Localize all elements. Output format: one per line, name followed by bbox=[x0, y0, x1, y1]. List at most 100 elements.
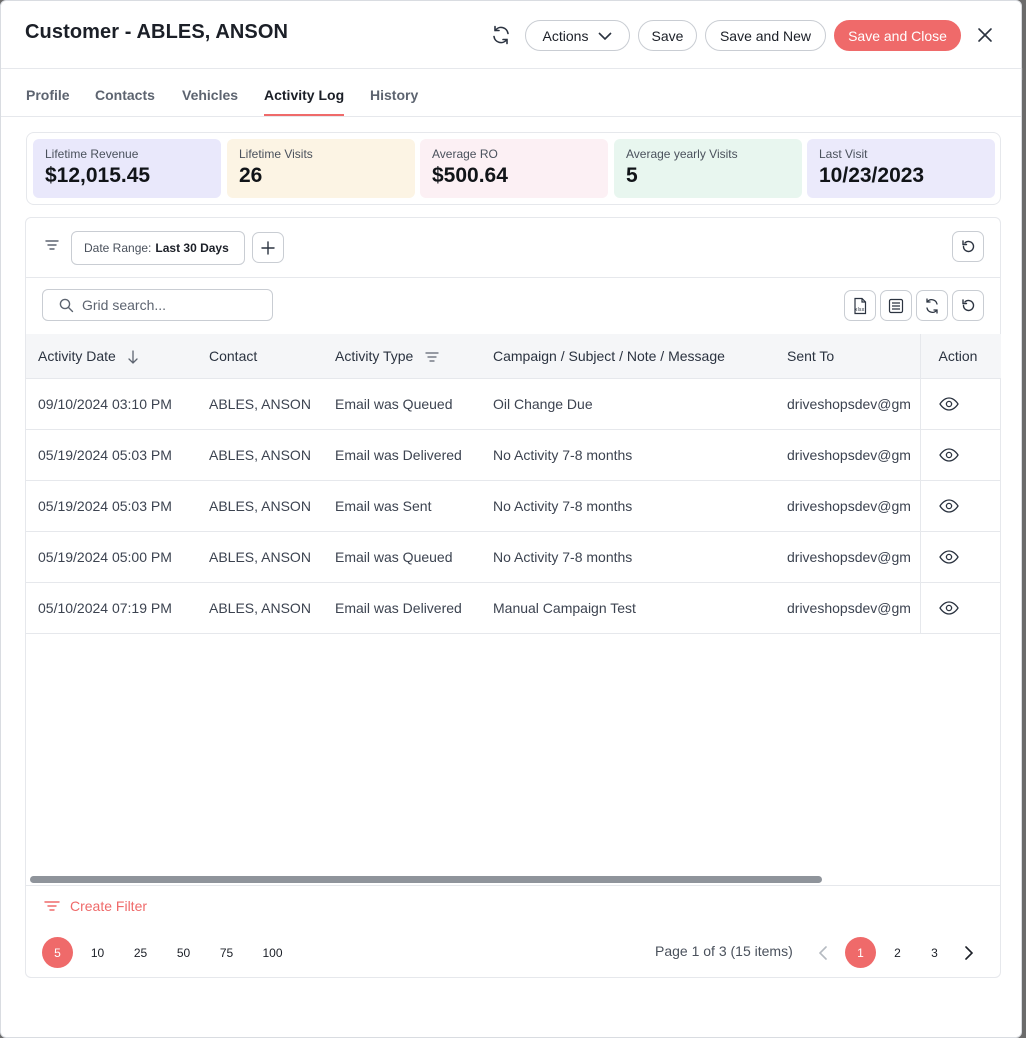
stat-label: Average RO bbox=[432, 147, 498, 161]
save-and-new-button[interactable]: Save and New bbox=[705, 20, 826, 51]
page-size-option[interactable]: 5 bbox=[42, 937, 73, 968]
cell-activity-type: Email was Queued bbox=[323, 531, 481, 583]
actions-dropdown-button[interactable]: Actions bbox=[525, 20, 630, 51]
stat-card-average-yearly-visits: Average yearly Visits 5 bbox=[614, 139, 802, 198]
create-filter-button[interactable]: Create Filter bbox=[44, 898, 147, 914]
undo-icon bbox=[962, 298, 975, 311]
page-button[interactable]: 2 bbox=[882, 937, 913, 968]
column-header-label: Action bbox=[938, 347, 978, 364]
modal-header: Customer - ABLES, ANSON Actions Save Sav… bbox=[1, 1, 1021, 69]
xlsx-file-icon: xlsx bbox=[854, 297, 867, 314]
activity-grid-panel: Date Range: Last 30 Days Grid search... … bbox=[25, 217, 1001, 978]
eye-icon[interactable] bbox=[938, 447, 959, 462]
cell-sent-to: driveshopsdev@gm bbox=[775, 480, 920, 532]
filter-lines-icon[interactable] bbox=[44, 238, 60, 252]
table-row[interactable]: 05/19/2024 05:03 PM ABLES, ANSON Email w… bbox=[26, 480, 1001, 532]
eye-icon[interactable] bbox=[938, 549, 959, 564]
refresh-icon[interactable] bbox=[488, 22, 514, 48]
table-row[interactable]: 05/10/2024 07:19 PM ABLES, ANSON Email w… bbox=[26, 582, 1001, 634]
stat-card-lifetime-visits: Lifetime Visits 26 bbox=[227, 139, 415, 198]
stat-card-lifetime-revenue: Lifetime Revenue $12,015.45 bbox=[33, 139, 221, 198]
page-button[interactable]: 3 bbox=[919, 937, 950, 968]
column-filter-icon[interactable] bbox=[425, 351, 439, 363]
cell-contact: ABLES, ANSON bbox=[197, 378, 323, 430]
save-and-close-button[interactable]: Save and Close bbox=[834, 20, 961, 51]
stat-value: 5 bbox=[626, 164, 638, 187]
table-row[interactable]: 09/10/2024 03:10 PM ABLES, ANSON Email w… bbox=[26, 378, 1001, 430]
filter-lines-icon bbox=[44, 901, 60, 911]
close-icon[interactable] bbox=[975, 25, 995, 45]
save-button[interactable]: Save bbox=[638, 20, 697, 51]
next-page-button[interactable] bbox=[953, 937, 984, 968]
export-xlsx-button[interactable]: xlsx bbox=[844, 290, 876, 321]
page-size-option[interactable]: 25 bbox=[125, 937, 156, 968]
cell-sent-to: driveshopsdev@gm bbox=[775, 429, 920, 481]
table-row[interactable]: 05/19/2024 05:00 PM ABLES, ANSON Email w… bbox=[26, 531, 1001, 583]
stat-value: $500.64 bbox=[432, 164, 508, 187]
grid-search-input[interactable] bbox=[82, 297, 262, 313]
column-header-activity-type[interactable]: Activity Type bbox=[323, 334, 481, 379]
column-chooser-button[interactable] bbox=[880, 290, 912, 321]
sort-descending-icon[interactable] bbox=[128, 350, 138, 364]
plus-icon bbox=[261, 240, 275, 255]
tab-history[interactable]: History bbox=[370, 87, 418, 114]
stat-value: 26 bbox=[239, 164, 263, 187]
eye-icon[interactable] bbox=[938, 498, 959, 513]
chevron-right-icon bbox=[964, 945, 973, 960]
cell-activity-date: 05/19/2024 05:03 PM bbox=[26, 480, 197, 532]
reset-filters-button[interactable] bbox=[952, 231, 984, 262]
tab-contacts[interactable]: Contacts bbox=[95, 87, 155, 114]
chip-label: Date Range: bbox=[84, 241, 152, 255]
column-header-contact[interactable]: Contact bbox=[197, 334, 323, 379]
undo-icon bbox=[962, 239, 975, 252]
tab-activity-log[interactable]: Activity Log bbox=[264, 87, 345, 116]
actions-label: Actions bbox=[542, 27, 589, 44]
page-button[interactable]: 1 bbox=[845, 937, 876, 968]
eye-icon[interactable] bbox=[938, 600, 959, 615]
column-header-campaign[interactable]: Campaign / Subject / Note / Message bbox=[481, 334, 775, 379]
cell-activity-date: 05/19/2024 05:00 PM bbox=[26, 531, 197, 583]
stat-label: Lifetime Visits bbox=[239, 147, 313, 161]
cell-contact: ABLES, ANSON bbox=[197, 480, 323, 532]
cell-campaign: No Activity 7-8 months bbox=[481, 480, 775, 532]
cell-campaign: No Activity 7-8 months bbox=[481, 429, 775, 481]
stat-label: Average yearly Visits bbox=[626, 147, 738, 161]
cell-action bbox=[919, 582, 1001, 634]
tab-bar: Profile Contacts Vehicles Activity Log H… bbox=[1, 69, 1021, 117]
page-size-option[interactable]: 75 bbox=[211, 937, 242, 968]
column-header-activity-date[interactable]: Activity Date bbox=[26, 334, 197, 379]
table-row[interactable]: 05/19/2024 05:03 PM ABLES, ANSON Email w… bbox=[26, 429, 1001, 481]
stat-label: Lifetime Revenue bbox=[45, 147, 139, 161]
cell-action bbox=[919, 378, 1001, 430]
prev-page-button[interactable] bbox=[807, 937, 838, 968]
column-header-label: Activity Type bbox=[335, 347, 414, 364]
cell-action bbox=[919, 531, 1001, 583]
refresh-grid-button[interactable] bbox=[916, 290, 948, 321]
svg-text:xlsx: xlsx bbox=[855, 307, 865, 313]
sync-icon bbox=[926, 297, 938, 314]
date-range-filter-chip[interactable]: Date Range: Last 30 Days bbox=[71, 231, 245, 265]
page-size-option[interactable]: 100 bbox=[257, 937, 288, 968]
column-header-label: Activity Date bbox=[38, 347, 116, 364]
tab-profile[interactable]: Profile bbox=[26, 87, 70, 114]
page-size-option[interactable]: 10 bbox=[82, 937, 113, 968]
grid-search[interactable] bbox=[42, 289, 273, 321]
scrollbar-thumb[interactable] bbox=[30, 876, 822, 883]
activity-log-table: Activity Date Contact Activity Type Camp… bbox=[26, 334, 1001, 634]
cell-activity-date: 05/19/2024 05:03 PM bbox=[26, 429, 197, 481]
page-size-option[interactable]: 50 bbox=[168, 937, 199, 968]
stat-card-last-visit: Last Visit 10/23/2023 bbox=[807, 139, 995, 198]
column-header-sent-to[interactable]: Sent To bbox=[775, 334, 920, 379]
cell-campaign: Oil Change Due bbox=[481, 378, 775, 430]
stats-summary: Lifetime Revenue $12,015.45 Lifetime Vis… bbox=[26, 132, 1001, 205]
chevron-left-icon bbox=[818, 945, 827, 960]
customer-modal: Customer - ABLES, ANSON Actions Save Sav… bbox=[0, 0, 1022, 1038]
horizontal-scrollbar[interactable] bbox=[26, 872, 1000, 886]
tab-vehicles[interactable]: Vehicles bbox=[182, 87, 238, 114]
table-header-row: Activity Date Contact Activity Type Camp… bbox=[26, 334, 1001, 379]
reset-grid-button[interactable] bbox=[952, 290, 984, 321]
cell-action bbox=[919, 480, 1001, 532]
cell-campaign: No Activity 7-8 months bbox=[481, 531, 775, 583]
eye-icon[interactable] bbox=[938, 396, 959, 411]
add-filter-button[interactable] bbox=[252, 232, 284, 263]
